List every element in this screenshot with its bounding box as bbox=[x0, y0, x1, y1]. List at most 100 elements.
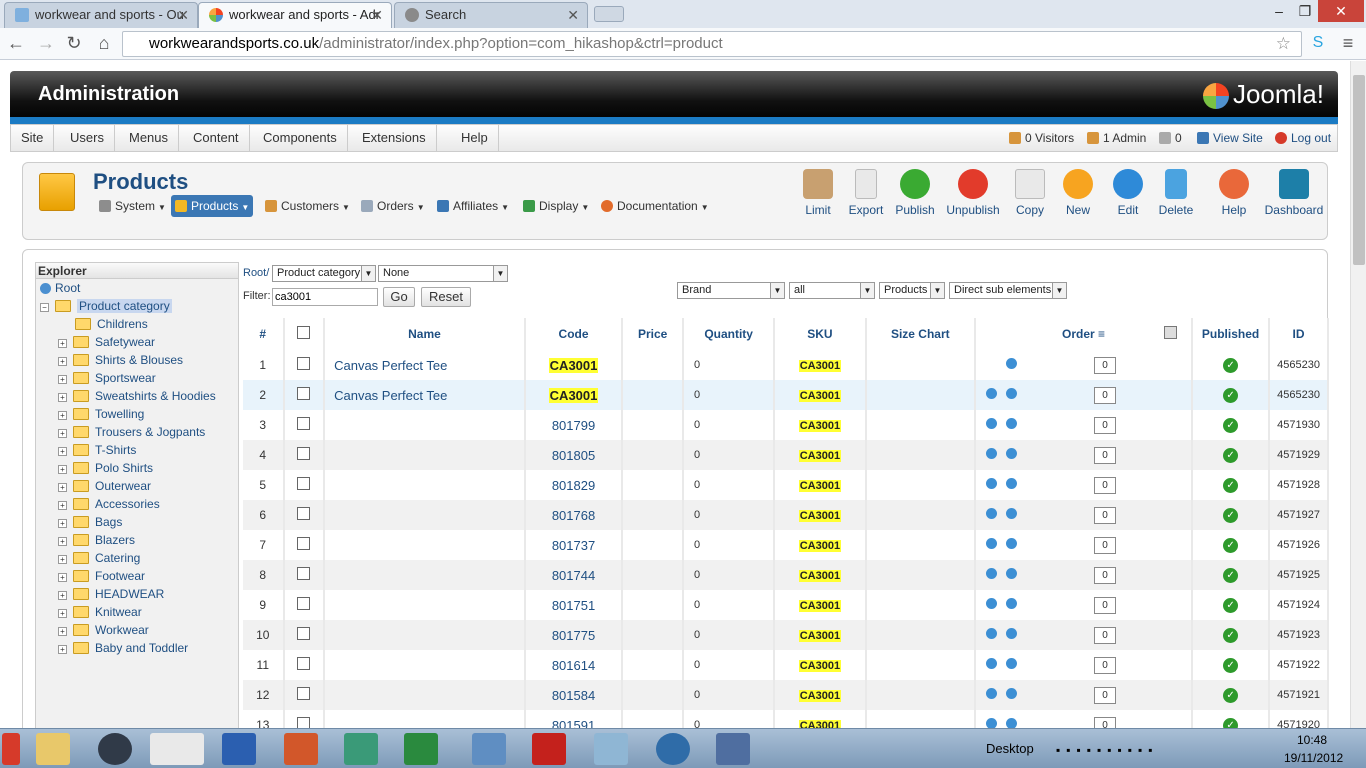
chrome-taskbar-icon[interactable] bbox=[150, 733, 204, 765]
move-down-icon[interactable] bbox=[1006, 628, 1018, 639]
submenu-products[interactable]: Products ▼ bbox=[171, 195, 254, 217]
filter-input[interactable] bbox=[272, 288, 378, 306]
product-name-link[interactable] bbox=[324, 530, 526, 560]
submenu-system[interactable]: System ▼ bbox=[95, 195, 170, 217]
expand-icon[interactable]: + bbox=[58, 519, 67, 528]
order-input[interactable]: 0 bbox=[1094, 687, 1117, 704]
expand-icon[interactable]: + bbox=[58, 375, 67, 384]
books-icon[interactable] bbox=[472, 733, 506, 765]
tree-item[interactable]: + Safetywear bbox=[58, 333, 155, 351]
excel-icon[interactable] bbox=[404, 733, 438, 765]
order-input[interactable]: 0 bbox=[1094, 657, 1117, 674]
product-code[interactable]: 801751 bbox=[524, 590, 624, 620]
tree-item[interactable]: + Shirts & Blouses bbox=[58, 351, 183, 369]
media-player-icon[interactable] bbox=[98, 733, 132, 765]
expand-icon[interactable]: + bbox=[58, 357, 67, 366]
publisher-icon[interactable] bbox=[344, 733, 378, 765]
order-input[interactable]: 0 bbox=[1094, 417, 1117, 434]
row-checkbox[interactable] bbox=[297, 357, 311, 370]
published-check-icon[interactable]: ✓ bbox=[1223, 538, 1239, 553]
expand-icon[interactable]: + bbox=[58, 537, 67, 546]
product-code[interactable]: 801744 bbox=[524, 560, 624, 590]
thunderbird-icon[interactable] bbox=[656, 733, 690, 765]
move-down-icon[interactable] bbox=[1006, 688, 1018, 699]
product-name-link[interactable] bbox=[324, 590, 526, 620]
submenu-customers[interactable]: Customers ▼ bbox=[261, 195, 354, 217]
move-down-icon[interactable] bbox=[1006, 598, 1018, 609]
expand-icon[interactable]: + bbox=[58, 447, 67, 456]
tree-item[interactable]: + Baby and Toddler bbox=[58, 639, 188, 657]
product-name-link[interactable]: Canvas Perfect Tee bbox=[324, 350, 526, 380]
expand-icon[interactable]: + bbox=[58, 411, 67, 420]
product-code[interactable]: 801805 bbox=[524, 440, 624, 470]
product-name-link[interactable] bbox=[324, 500, 526, 530]
order-input[interactable]: 0 bbox=[1094, 387, 1117, 404]
published-check-icon[interactable]: ✓ bbox=[1223, 448, 1239, 463]
product-name-link[interactable] bbox=[324, 410, 526, 440]
tree-item[interactable]: + Sportswear bbox=[58, 369, 156, 387]
expand-icon[interactable]: + bbox=[58, 501, 67, 510]
move-up-icon[interactable] bbox=[986, 508, 998, 519]
submenu-orders[interactable]: Orders ▼ bbox=[357, 195, 429, 217]
submenu-affiliates[interactable]: Affiliates ▼ bbox=[433, 195, 513, 217]
table-row[interactable]: 6 801768 0 CA3001 0 ✓ 4571927 bbox=[243, 500, 1329, 530]
scrollbar-thumb[interactable] bbox=[1353, 75, 1365, 265]
reset-button[interactable]: Reset bbox=[421, 287, 471, 307]
minimize-button[interactable]: – bbox=[1266, 0, 1292, 22]
published-check-icon[interactable]: ✓ bbox=[1223, 508, 1239, 523]
move-down-icon[interactable] bbox=[1006, 718, 1018, 728]
row-checkbox[interactable] bbox=[297, 717, 311, 728]
root-breadcrumb[interactable]: Root/ bbox=[243, 267, 269, 279]
published-check-icon[interactable]: ✓ bbox=[1223, 688, 1239, 703]
product-name-link[interactable] bbox=[324, 440, 526, 470]
move-up-icon[interactable] bbox=[986, 688, 998, 699]
submenu-documentation[interactable]: Documentation ▼ bbox=[597, 195, 713, 217]
row-checkbox[interactable] bbox=[297, 687, 311, 700]
menu-icon[interactable]: ≡ bbox=[1336, 31, 1360, 55]
snipping-tool-icon[interactable] bbox=[716, 733, 750, 765]
clock-time[interactable]: 10:48 bbox=[1290, 733, 1334, 747]
view-site-link[interactable]: View Site bbox=[1197, 125, 1263, 151]
row-checkbox[interactable] bbox=[297, 657, 311, 670]
table-row[interactable]: 5 801829 0 CA3001 0 ✓ 4571928 bbox=[243, 470, 1329, 500]
powerpoint-icon[interactable] bbox=[284, 733, 318, 765]
menu-help[interactable]: Help bbox=[451, 125, 499, 151]
collapse-icon[interactable]: − bbox=[40, 303, 49, 312]
published-check-icon[interactable]: ✓ bbox=[1223, 478, 1239, 493]
expand-icon[interactable]: + bbox=[58, 609, 67, 618]
move-down-icon[interactable] bbox=[1006, 508, 1018, 519]
row-checkbox[interactable] bbox=[297, 597, 311, 610]
tree-item[interactable]: + Sweatshirts & Hoodies bbox=[58, 387, 216, 405]
move-down-icon[interactable] bbox=[1006, 418, 1018, 429]
product-name-link[interactable] bbox=[324, 560, 526, 590]
home-icon[interactable]: ⌂ bbox=[92, 31, 116, 55]
messages-status[interactable]: 0 bbox=[1159, 125, 1182, 151]
product-code[interactable]: 801768 bbox=[524, 500, 624, 530]
move-down-icon[interactable] bbox=[1006, 448, 1018, 459]
row-checkbox[interactable] bbox=[297, 447, 311, 460]
restore-button[interactable]: ❐ bbox=[1292, 0, 1318, 22]
product-code[interactable]: 801829 bbox=[524, 470, 624, 500]
published-check-icon[interactable]: ✓ bbox=[1223, 358, 1239, 373]
col-price[interactable]: Price bbox=[622, 318, 685, 350]
select-all-checkbox[interactable] bbox=[297, 326, 311, 339]
table-row[interactable]: 7 801737 0 CA3001 0 ✓ 4571926 bbox=[243, 530, 1329, 560]
table-row[interactable]: 3 801799 0 CA3001 0 ✓ 4571930 bbox=[243, 410, 1329, 440]
col-name[interactable]: Name bbox=[324, 318, 526, 350]
product-name-link[interactable] bbox=[324, 650, 526, 680]
move-up-icon[interactable] bbox=[986, 538, 998, 549]
product-code[interactable]: 801591 bbox=[524, 710, 624, 728]
product-code[interactable]: 801584 bbox=[524, 680, 624, 710]
warning-icon[interactable] bbox=[2, 733, 20, 765]
expand-icon[interactable]: + bbox=[58, 339, 67, 348]
move-down-icon[interactable] bbox=[1006, 388, 1018, 399]
tree-product-category[interactable]: − Product category bbox=[40, 298, 172, 314]
direct-sub-select[interactable]: Direct sub elements ▼ bbox=[949, 282, 1067, 299]
product-name-link[interactable] bbox=[324, 680, 526, 710]
logout-link[interactable]: Log out bbox=[1275, 125, 1331, 151]
new-tab-button[interactable] bbox=[594, 6, 624, 22]
product-code[interactable]: CA3001 bbox=[524, 380, 624, 410]
close-tab-icon[interactable]: ✕ bbox=[567, 3, 579, 27]
order-input[interactable]: 0 bbox=[1094, 357, 1117, 374]
menu-menus[interactable]: Menus bbox=[119, 125, 180, 151]
